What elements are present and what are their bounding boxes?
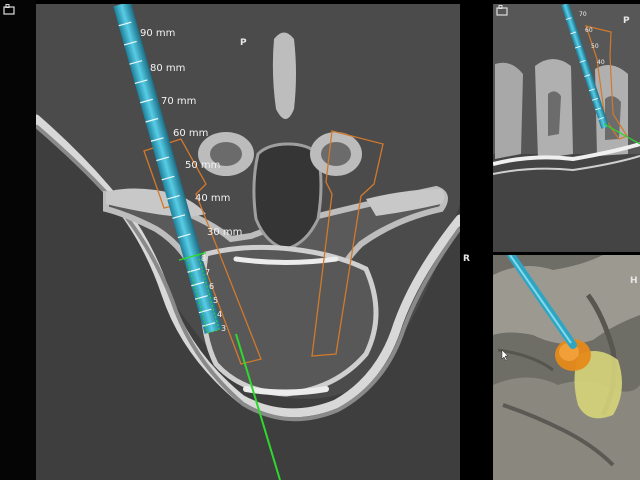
volume-3d-view[interactable]: H — [493, 255, 640, 480]
sagittal-depth-40: 40 — [597, 59, 605, 66]
depth-label-50: 50 mm — [185, 160, 220, 171]
near-mark-3: 3 — [221, 324, 226, 333]
depth-label-90: 90 mm — [140, 28, 175, 39]
depth-label-30: 30 mm — [207, 227, 242, 238]
sagittal-depth-70: 70 — [579, 11, 587, 18]
near-mark-7: 7 — [205, 268, 210, 277]
near-mark-8: 8 — [201, 254, 206, 263]
axial-ct-view[interactable]: 90 mm 80 mm 70 mm 60 mm 50 mm 40 mm 30 m… — [36, 4, 460, 480]
near-mark-4: 4 — [217, 310, 222, 319]
orientation-label-right: R — [463, 254, 470, 264]
depth-label-60: 60 mm — [173, 128, 208, 139]
left-panel-strip — [0, 0, 36, 480]
sagittal-orientation-label: P — [623, 16, 630, 26]
viewport-layout-icon[interactable] — [3, 4, 15, 15]
near-mark-5: 5 — [213, 296, 218, 305]
spinous-process — [272, 32, 296, 119]
near-mark-6: 6 — [209, 282, 214, 291]
depth-label-40: 40 mm — [195, 193, 230, 204]
sagittal-depth-60: 60 — [585, 27, 593, 34]
sagittal-depth-50: 50 — [591, 43, 599, 50]
orientation-label-posterior: P — [240, 38, 247, 48]
depth-label-80: 80 mm — [150, 63, 185, 74]
volume-orientation-label: H — [630, 276, 638, 286]
sagittal-ct-view[interactable]: 70 60 50 40 P — [493, 4, 640, 252]
sagittal-vertebra-1 — [495, 62, 523, 159]
depth-label-70: 70 mm — [161, 96, 196, 107]
sagittal-layout-icon[interactable] — [496, 5, 508, 16]
